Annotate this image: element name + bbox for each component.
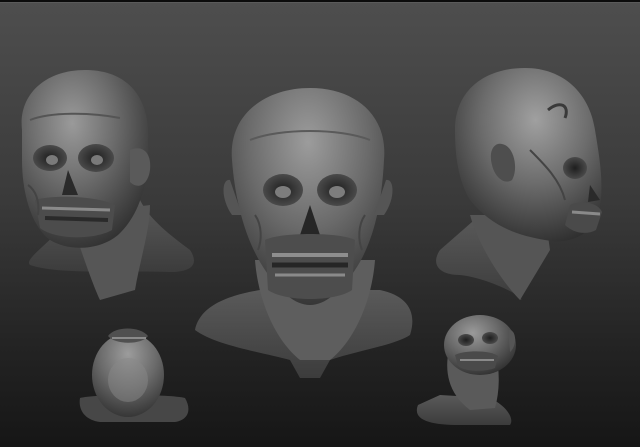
sculpt-view-profile-right: [436, 68, 602, 300]
sculpt-view-three-quarter-left: [21, 70, 194, 300]
sculpt-renders: [21, 68, 602, 425]
sculpt-view-low-angle: [416, 315, 516, 425]
sculpt-view-front: [195, 88, 413, 378]
sculpt-view-top: [79, 328, 189, 422]
viewport-top-border: [0, 0, 640, 3]
sculpt-viewport[interactable]: [0, 0, 640, 447]
